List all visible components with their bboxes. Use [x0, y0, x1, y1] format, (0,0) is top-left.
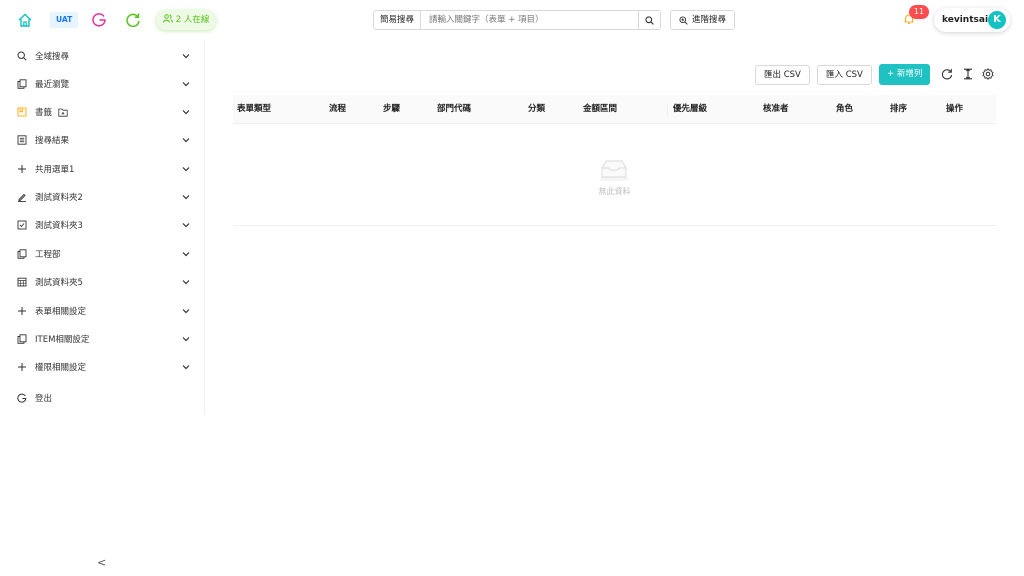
edit-icon	[16, 191, 28, 203]
table-empty-state: 無此資料	[233, 124, 996, 226]
sidebar-collapse-button[interactable]: <	[97, 556, 106, 569]
reload-icon[interactable]	[940, 67, 954, 81]
sidebar-item-search-results[interactable]: 搜尋結果	[0, 126, 204, 154]
sidebar-item-label: 共用選單1	[35, 165, 75, 175]
column-header-dept-code[interactable]: 部門代碼	[437, 95, 471, 124]
list-icon	[16, 134, 28, 146]
export-csv-button[interactable]: 匯出 CSV	[755, 65, 810, 85]
notification-count-badge: 11	[909, 5, 929, 19]
sidebar-item-label: 全域搜尋	[35, 52, 70, 62]
sidebar-item-label: 測試資料夾3	[35, 221, 83, 231]
chevron-down-icon[interactable]	[182, 193, 190, 203]
column-header-approver[interactable]: 核准者	[763, 95, 789, 124]
sidebar-item-label: 測試資料夾5	[35, 278, 83, 288]
copy-icon	[16, 78, 28, 90]
sidebar-item-label: 測試資料夾2	[35, 193, 83, 203]
column-header-role[interactable]: 角色	[836, 95, 853, 124]
table-header: 表單類型 流程 步驟 部門代碼 分類 金額區間 優先層級 核准者 角色 排序 操…	[233, 95, 996, 124]
sidebar-item-engineering[interactable]: 工程部	[0, 240, 204, 268]
avatar: K	[988, 11, 1006, 29]
column-divider	[667, 104, 668, 116]
check-square-icon	[16, 219, 28, 231]
users-icon	[163, 14, 176, 25]
plus-icon	[16, 305, 28, 317]
column-header-category[interactable]: 分類	[528, 95, 545, 124]
column-header-amount-range[interactable]: 金額區間	[583, 95, 617, 124]
sidebar-item-item-settings[interactable]: ITEM相關設定	[0, 325, 204, 353]
sidebar-item-test-folder-2[interactable]: 測試資料夾2	[0, 183, 204, 211]
chevron-down-icon[interactable]	[182, 165, 190, 175]
sidebar-item-label: 權限相關設定	[35, 363, 87, 373]
home-icon[interactable]	[16, 11, 34, 29]
search-mode-button[interactable]: 簡易搜尋	[373, 10, 422, 30]
sidebar-item-recent[interactable]: 最近瀏覽	[0, 70, 204, 98]
chevron-down-icon[interactable]	[182, 363, 190, 373]
chevron-down-icon[interactable]	[182, 108, 190, 118]
search-button[interactable]	[639, 10, 662, 30]
column-header-flow[interactable]: 流程	[329, 95, 346, 124]
logout-icon	[16, 392, 28, 404]
chevron-down-icon[interactable]	[182, 250, 190, 260]
bookmark-icon	[16, 106, 28, 118]
copy-icon	[16, 333, 28, 345]
column-header-actions: 操作	[946, 104, 964, 114]
calendar-icon	[16, 276, 28, 288]
sidebar-item-label: ITEM相關設定	[35, 335, 90, 345]
sidebar-item-label: 登出	[35, 394, 53, 404]
sidebar-item-test-folder-3[interactable]: 測試資料夾3	[0, 211, 204, 239]
sidebar-item-permission-settings[interactable]: 權限相關設定	[0, 353, 204, 381]
chevron-down-icon[interactable]	[182, 278, 190, 288]
advanced-search-button[interactable]: 進階搜尋	[670, 10, 736, 30]
sidebar-item-bookmarks[interactable]: 書籤	[0, 98, 204, 126]
plus-icon	[16, 361, 28, 373]
sidebar-item-global-search[interactable]: 全域搜尋	[0, 42, 204, 70]
sidebar-item-shared-menu[interactable]: 共用選單1	[0, 155, 204, 183]
sidebar-item-test-folder-5[interactable]: 測試資料夾5	[0, 268, 204, 296]
sidebar-item-label: 最近瀏覽	[35, 80, 70, 90]
sidebar-item-logout[interactable]: 登出	[0, 384, 204, 412]
search-bar: 簡易搜尋	[373, 10, 662, 30]
chevron-down-icon[interactable]	[182, 52, 190, 62]
chevron-down-icon[interactable]	[182, 80, 190, 90]
sidebar-item-form-settings[interactable]: 表單相關設定	[0, 297, 204, 325]
search-icon	[645, 15, 654, 25]
sidebar-item-label: 表單相關設定	[35, 307, 87, 317]
search-input[interactable]	[421, 10, 640, 30]
zoom-in-icon	[679, 15, 688, 25]
sidebar: 全域搜尋 最近瀏覽 書籤 搜尋結果 共用選單1 測試資料夾2 測試資料夾3 工程…	[0, 40, 205, 415]
chevron-down-icon[interactable]	[182, 221, 190, 231]
sidebar-item-label: 工程部	[35, 250, 61, 260]
user-menu[interactable]: kevintsai K	[934, 8, 1010, 32]
column-header-form-type[interactable]: 表單類型	[237, 95, 271, 124]
plus-icon	[16, 163, 28, 175]
import-csv-button[interactable]: 匯入 CSV	[817, 65, 872, 85]
setting-icon[interactable]	[981, 67, 995, 81]
column-header-priority[interactable]: 優先層級	[673, 95, 707, 124]
env-badge: UAT	[50, 12, 79, 28]
add-row-button[interactable]: + 新增列	[879, 64, 931, 85]
folder-add-icon[interactable]	[58, 108, 68, 117]
column-height-icon[interactable]	[961, 67, 975, 81]
chevron-down-icon[interactable]	[182, 136, 190, 146]
sidebar-item-label: 搜尋結果	[35, 136, 70, 146]
search-icon	[16, 50, 28, 62]
empty-inbox-icon	[597, 158, 631, 185]
username: kevintsai	[942, 15, 989, 25]
online-users-label: 2 人在線	[175, 15, 210, 25]
online-users-badge[interactable]: 2 人在線	[156, 10, 217, 30]
column-header-sort[interactable]: 排序	[890, 95, 907, 124]
copy-icon	[16, 248, 28, 260]
column-header-step[interactable]: 步驟	[383, 95, 400, 124]
chevron-down-icon[interactable]	[182, 335, 190, 345]
refresh-icon[interactable]	[124, 11, 142, 29]
top-bar: UAT 2 人在線 簡易搜尋 進階搜尋 11 kevintsai K	[0, 0, 1024, 40]
empty-text: 無此資料	[598, 187, 631, 196]
g-icon[interactable]	[90, 11, 108, 29]
sidebar-item-label: 書籤	[35, 108, 53, 118]
advanced-search-label: 進階搜尋	[692, 15, 727, 25]
chevron-down-icon[interactable]	[182, 307, 190, 317]
